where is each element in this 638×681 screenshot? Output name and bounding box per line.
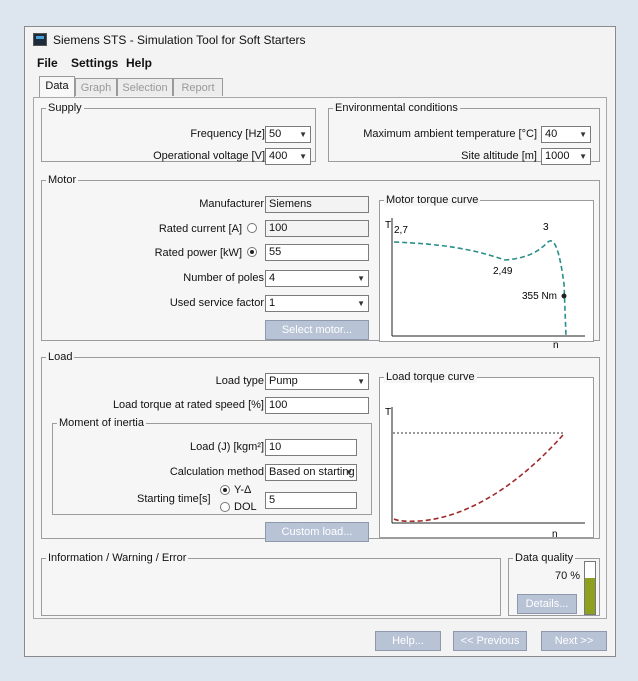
calculation-method-select[interactable]: Based on starting ▼	[265, 464, 357, 481]
chevron-down-icon: ▼	[579, 130, 587, 139]
motor-torque-curve-legend: Motor torque curve	[384, 194, 481, 206]
tab-graph[interactable]: Graph	[75, 78, 117, 96]
dol-label: DOL	[234, 501, 257, 513]
temperature-label: Maximum ambient temperature [°C]	[363, 128, 537, 140]
info-legend: Information / Warning / Error	[48, 552, 187, 564]
motor-torque-curve-group: Motor torque curve T n 2,7 2,49 3 355 Nm	[379, 194, 594, 351]
menu-settings[interactable]: Settings	[71, 56, 118, 70]
motor-legend: Motor	[48, 174, 77, 186]
motor-torque-chart: T n 2,7 2,49 3 355 Nm	[385, 218, 585, 351]
rated-current-radio[interactable]	[247, 223, 257, 233]
previous-button[interactable]: << Previous	[453, 631, 527, 651]
rated-torque-label: 355 Nm	[522, 291, 557, 302]
service-factor-select[interactable]: 1 ▼	[265, 295, 369, 312]
data-quality-legend: Data quality	[515, 552, 574, 564]
load-type-label: Load type	[215, 375, 264, 387]
load-torque-curve-legend: Load torque curve	[384, 371, 477, 383]
dol-radio[interactable]	[220, 502, 230, 512]
y-axis-label: T	[385, 407, 391, 418]
select-motor-button[interactable]: Select motor...	[265, 320, 369, 340]
title-bar: Siemens STS - Simulation Tool for Soft S…	[25, 27, 615, 53]
load-inertia-label: Load (J) [kgm²]	[190, 441, 264, 453]
info-group: Information / Warning / Error	[41, 552, 501, 616]
app-window: Siemens STS - Simulation Tool for Soft S…	[24, 26, 616, 657]
x-axis-label: n	[553, 340, 559, 351]
quality-gauge-fill	[585, 577, 595, 614]
inertia-legend: Moment of inertia	[59, 417, 144, 429]
data-quality-group: Data quality 70 % Details...	[508, 552, 600, 616]
starting-time-unit: [s]	[199, 493, 211, 505]
load-type-select[interactable]: Pump ▼	[265, 373, 369, 390]
y-axis-label: T	[385, 220, 391, 231]
environment-legend: Environmental conditions	[335, 102, 458, 114]
supply-group: Supply Frequency [Hz] 50 ▼ Operational vo…	[41, 102, 316, 165]
load-legend: Load	[48, 351, 73, 363]
manufacturer-field[interactable]: Siemens	[265, 196, 369, 213]
chevron-down-icon: ▼	[345, 468, 353, 477]
next-button[interactable]: Next >>	[541, 631, 607, 651]
app-icon	[33, 33, 47, 46]
frequency-label: Frequency [Hz]	[190, 128, 265, 140]
load-torque-label: Load torque at rated speed [%]	[112, 399, 264, 411]
start-torque-label: 2,7	[394, 225, 408, 236]
voltage-select[interactable]: 400 ▼	[265, 148, 311, 165]
tab-selection[interactable]: Selection	[117, 78, 173, 96]
starting-time-field[interactable]: 5	[265, 492, 357, 509]
rated-current-field[interactable]: 100	[265, 220, 369, 237]
quality-gauge	[584, 561, 596, 615]
help-button[interactable]: Help...	[375, 631, 441, 651]
load-torque-chart: T n	[385, 407, 585, 540]
altitude-select[interactable]: 1000 ▼	[541, 148, 591, 165]
frequency-select[interactable]: 50 ▼	[265, 126, 311, 143]
data-tab-panel: Supply Frequency [Hz] 50 ▼ Operational vo…	[33, 97, 607, 619]
data-quality-value: 70 %	[555, 570, 581, 582]
details-button[interactable]: Details...	[517, 594, 577, 614]
min-torque-label: 2,49	[493, 266, 513, 277]
load-torque-line	[393, 434, 564, 523]
voltage-label: Operational voltage [V]	[153, 150, 265, 162]
calculation-method-label: Calculation method	[169, 466, 264, 478]
chevron-down-icon: ▼	[299, 130, 307, 139]
max-torque-label: 3	[543, 222, 549, 233]
star-delta-label: Y-Δ	[234, 484, 252, 496]
load-torque-field[interactable]: 100	[265, 397, 369, 414]
service-factor-label: Used service factor	[169, 297, 264, 309]
x-axis-label: n	[552, 529, 558, 540]
temperature-select[interactable]: 40 ▼	[541, 126, 591, 143]
poles-select[interactable]: 4 ▼	[265, 270, 369, 287]
chevron-down-icon: ▼	[299, 152, 307, 161]
tab-data[interactable]: Data	[39, 76, 75, 97]
altitude-label: Site altitude [m]	[461, 150, 537, 162]
motor-torque-line	[393, 240, 567, 337]
rated-current-label: Rated current [A]	[158, 223, 242, 235]
rated-power-field[interactable]: 55	[265, 244, 369, 261]
inertia-group: Moment of inertia Load (J) [kgm²] 10 Cal…	[52, 417, 372, 515]
menu-file[interactable]: File	[37, 56, 58, 70]
custom-load-button[interactable]: Custom load...	[265, 522, 369, 542]
rated-power-label: Rated power [kW]	[154, 247, 242, 259]
chevron-down-icon: ▼	[357, 377, 365, 386]
load-group: Load Load type Pump ▼ Load torque at rate…	[41, 351, 600, 542]
star-delta-radio[interactable]	[220, 485, 230, 495]
manufacturer-label: Manufacturer	[199, 198, 264, 210]
environment-group: Environmental conditions Maximum ambient…	[328, 102, 600, 165]
menu-bar: File Settings Help	[25, 53, 615, 73]
starting-time-label: Starting time	[137, 493, 199, 505]
chevron-down-icon: ▼	[357, 299, 365, 308]
supply-legend: Supply	[48, 102, 82, 114]
window-title: Siemens STS - Simulation Tool for Soft S…	[53, 33, 306, 47]
poles-label: Number of poles	[183, 272, 264, 284]
rated-point	[561, 293, 567, 299]
rated-power-radio[interactable]	[247, 247, 257, 257]
menu-help[interactable]: Help	[126, 56, 152, 70]
chevron-down-icon: ▼	[579, 152, 587, 161]
tab-report[interactable]: Report	[173, 78, 223, 96]
load-torque-curve-group: Load torque curve T n	[379, 371, 594, 540]
motor-group: Motor Manufacturer Siemens Rated current…	[41, 174, 600, 351]
chevron-down-icon: ▼	[357, 274, 365, 283]
load-inertia-field[interactable]: 10	[265, 439, 357, 456]
